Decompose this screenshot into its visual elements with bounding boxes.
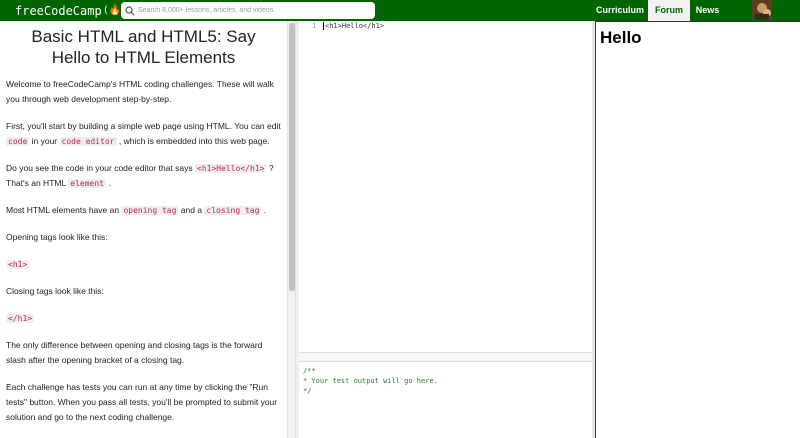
lesson-paragraph: Welcome to freeCodeCamp's HTML coding ch… bbox=[6, 79, 274, 104]
logo-text: freeCodeCamp bbox=[15, 3, 102, 18]
search-bar[interactable] bbox=[121, 2, 375, 19]
search-icon bbox=[125, 5, 135, 16]
lesson-paragraph: The only difference between opening and … bbox=[6, 340, 263, 365]
lesson-paragraph: Do you see the code in your code editor … bbox=[6, 163, 274, 188]
lesson-paragraph: <h1> bbox=[6, 257, 281, 272]
nav-curriculum-link[interactable]: Curriculum bbox=[592, 0, 648, 21]
freecodecamp-logo[interactable]: freeCodeCamp (🔥) bbox=[15, 2, 127, 19]
inline-code: code bbox=[6, 137, 30, 146]
inline-code: </h1> bbox=[6, 314, 35, 323]
preview-pane: Hello bbox=[595, 21, 800, 438]
lesson-paragraph: Most HTML elements have an opening tag a… bbox=[6, 205, 267, 215]
lesson-description-pane: Basic HTML and HTML5: Say Hello to HTML … bbox=[0, 21, 287, 438]
top-navbar: freeCodeCamp(🔥) Curriculum Forum News bbox=[0, 0, 800, 21]
avatar-image-icon bbox=[752, 0, 772, 20]
lesson-paragraph: Opening tags look like this: bbox=[6, 232, 108, 242]
inline-code: opening tag bbox=[121, 206, 179, 215]
challenge-title: Basic HTML and HTML5: Say Hello to HTML … bbox=[31, 27, 256, 67]
nav-forum-link[interactable]: Forum bbox=[648, 0, 690, 21]
editor-output-resize-handle[interactable] bbox=[299, 352, 592, 362]
code-editor[interactable]: 1 <h1>Hello</h1> bbox=[299, 21, 592, 352]
lesson-paragraph: Each challenge has tests you can run at … bbox=[6, 382, 278, 422]
lesson-scrollbar[interactable] bbox=[287, 21, 295, 438]
test-output-text: /** * Your test output will go here. */ bbox=[303, 367, 438, 395]
inline-code: code editor bbox=[59, 137, 117, 146]
search-input[interactable] bbox=[138, 7, 358, 14]
inline-code: <h1> bbox=[6, 260, 30, 269]
lesson-paragraph: </h1> bbox=[6, 311, 281, 326]
inline-code: <h1>Hello</h1> bbox=[195, 164, 267, 173]
lesson-paragraph: Closing tags look like this: bbox=[6, 286, 104, 296]
line-number: 1 bbox=[312, 22, 317, 30]
code-line[interactable]: <h1>Hello</h1> bbox=[323, 22, 384, 30]
lesson-paragraph: First, you'll start by building a simple… bbox=[6, 121, 281, 146]
inline-code: closing tag bbox=[204, 206, 262, 215]
inline-code: element bbox=[68, 179, 106, 188]
nav-news-link[interactable]: News bbox=[690, 0, 725, 21]
preview-heading: Hello bbox=[600, 28, 642, 47]
editor-gutter: 1 bbox=[299, 21, 321, 352]
user-avatar[interactable] bbox=[752, 0, 772, 20]
test-output-pane: /** * Your test output will go here. */ bbox=[299, 362, 592, 438]
